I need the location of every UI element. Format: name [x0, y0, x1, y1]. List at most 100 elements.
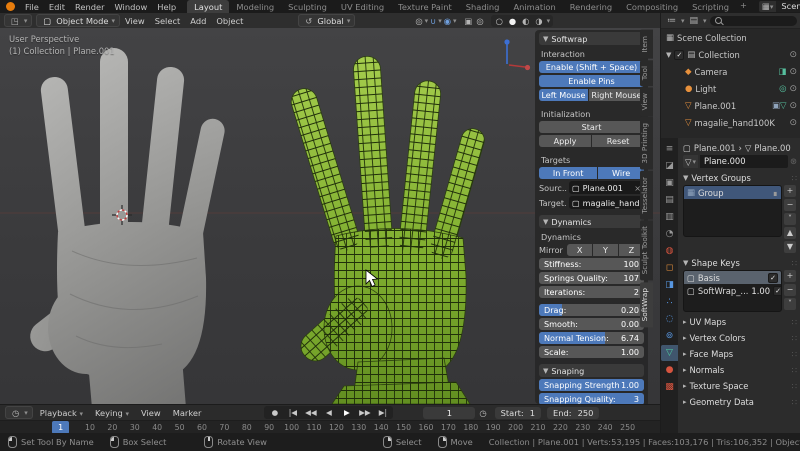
shape-key-value[interactable]: 1.00	[751, 286, 770, 296]
remove-shape-key-button[interactable]: −	[784, 284, 796, 296]
mini-axis-gizmo[interactable]	[504, 39, 531, 71]
jump-to-end-button[interactable]: ▶|	[374, 407, 391, 418]
play-reverse-button[interactable]: ◀	[320, 407, 337, 418]
output-properties-tab[interactable]: ▤	[661, 192, 678, 208]
apply-button[interactable]: Apply	[539, 135, 592, 147]
outliner-row-scene-collection[interactable]: ▦ Scene Collection	[661, 29, 800, 46]
target-hand-mesh[interactable]	[24, 48, 227, 404]
next-keyframe-button[interactable]: ▶▶	[356, 407, 373, 418]
outliner-row-camera[interactable]: ◆ Camera ◨ ⊙	[661, 63, 800, 80]
outliner-search-input[interactable]	[724, 16, 792, 25]
add-vertex-group-button[interactable]: +	[784, 185, 796, 197]
left-mouse-button[interactable]: Left Mouse	[539, 89, 588, 101]
vertex-group-specials-button[interactable]: ˅	[784, 213, 796, 225]
add-shape-key-button[interactable]: +	[784, 270, 796, 282]
world-properties-tab[interactable]: ◍	[661, 243, 678, 259]
shape-key-mute-checkbox[interactable]: ✓	[768, 272, 778, 283]
face-maps-panel-header[interactable]: ▸ Face Maps ∷	[683, 347, 797, 360]
move-group-down-button[interactable]: ▼	[784, 241, 796, 253]
dynamics-panel-header[interactable]: ▼ Dynamics	[539, 215, 644, 228]
timeline-ruler[interactable]: 1 10 20 30 40 50 60 70 80 90 100 110 120 130 140 150 16…	[0, 420, 660, 434]
enable-button[interactable]: Enable (Shift + Space)	[539, 61, 644, 73]
shape-key-row-softwrap[interactable]: ▢ SoftWrap_... 1.00 ✓	[684, 284, 781, 297]
tab-compositing[interactable]: Compositing	[619, 0, 685, 13]
mode-dropdown[interactable]: ▢ Object Mode ▾	[36, 14, 120, 27]
visibility-eye-icon[interactable]: ⊙	[789, 50, 797, 60]
sidebar-tab-tool[interactable]: Tool	[640, 59, 653, 86]
sidebar-tab-tesselator[interactable]: Tesselator	[640, 170, 653, 220]
texture-space-panel-header[interactable]: ▸ Texture Space ∷	[683, 379, 797, 392]
menu-view[interactable]: View	[136, 408, 166, 418]
shading-wireframe-icon[interactable]: ○	[494, 16, 505, 26]
use-preview-range-icon[interactable]: ◷	[477, 408, 488, 418]
outliner-row-collection[interactable]: ▼ ✓ ▤ Collection ⊙	[661, 46, 800, 63]
springs-quality-slider[interactable]: Springs Quality: 107	[539, 272, 644, 284]
fake-user-gear-icon[interactable]: ⊛	[790, 155, 797, 168]
view-layer-properties-tab[interactable]: ▥	[661, 209, 678, 225]
jump-to-start-button[interactable]: |◀	[284, 407, 301, 418]
outliner-filter-icon[interactable]: ≔	[665, 16, 678, 26]
menu-keying[interactable]: Keying ▾	[90, 408, 134, 418]
visibility-eye-icon[interactable]: ⊙	[789, 84, 797, 94]
object-properties-tab[interactable]: ◻	[661, 260, 678, 276]
tab-modeling[interactable]: Modeling	[229, 0, 281, 13]
expand-icon[interactable]: ▼	[666, 51, 671, 59]
previous-keyframe-button[interactable]: ◀◀	[302, 407, 319, 418]
menu-edit[interactable]: Edit	[44, 2, 70, 12]
right-mouse-button[interactable]: Right Mouse	[588, 89, 644, 101]
normals-panel-header[interactable]: ▸ Normals ∷	[683, 363, 797, 376]
timeline-editor-dropdown[interactable]: ◷ ▾	[5, 406, 33, 419]
shading-dropdown[interactable]: ▾	[547, 17, 551, 25]
collection-checkbox[interactable]: ✓	[674, 49, 685, 60]
shape-key-row-basis[interactable]: ▢ Basis ✓	[684, 271, 781, 284]
outliner-display-mode-icon[interactable]: ▤	[688, 16, 701, 26]
snapping-panel-header[interactable]: ▼ Snaping	[539, 364, 644, 377]
vertex-groups-listbox[interactable]: ▦ Group ∎	[683, 185, 782, 237]
mirror-y-button[interactable]: Y	[593, 244, 618, 256]
scale-slider[interactable]: Scale: 1.00	[539, 346, 644, 358]
gizmos-toggle-icon[interactable]: ▣	[462, 16, 474, 26]
tab-scripting[interactable]: Scripting	[685, 0, 736, 13]
snap-magnet-icon[interactable]: ∪	[428, 16, 438, 26]
menu-select[interactable]: Select	[150, 16, 186, 26]
menu-object[interactable]: Object	[211, 16, 248, 26]
normal-tension-slider[interactable]: Normal Tension: 6.74	[539, 332, 644, 344]
mesh-data-dropdown[interactable]: ▽ ▾	[683, 155, 698, 168]
physics-properties-tab[interactable]: ◌	[661, 311, 678, 327]
reset-button[interactable]: Reset	[592, 135, 644, 147]
outliner-row-light[interactable]: ● Light ◎ ⊙	[661, 80, 800, 97]
sidebar-tab-softwrap[interactable]: SoftWrap	[640, 281, 653, 328]
in-front-button[interactable]: In Front	[539, 167, 598, 179]
breadcrumb-object-name[interactable]: Plane.001	[694, 143, 736, 153]
shading-material-icon[interactable]: ◐	[520, 16, 531, 26]
proportional-dropdown[interactable]: ▾	[453, 17, 457, 25]
menu-file[interactable]: File	[20, 2, 44, 12]
sidebar-tab-sculpt-toolkit[interactable]: Sculpt Toolkit	[640, 220, 653, 281]
tab-rendering[interactable]: Rendering	[563, 0, 619, 13]
menu-help[interactable]: Help	[152, 2, 181, 12]
outliner-row-magalie-hand[interactable]: ▽ magalie_hand100K ⊙	[661, 114, 800, 131]
shading-rendered-icon[interactable]: ◑	[533, 16, 544, 26]
shape-key-specials-button[interactable]: ˅	[784, 298, 796, 310]
source-field[interactable]: ▢ Plane.001 ×	[569, 181, 644, 194]
menu-marker[interactable]: Marker	[168, 408, 207, 418]
proportional-edit-icon[interactable]: ◉	[442, 16, 453, 26]
scene-name[interactable]: Scene	[776, 1, 800, 12]
shape-keys-panel-header[interactable]: ▼ Shape Keys ∷	[683, 256, 797, 269]
shape-key-mute-checkbox[interactable]: ✓	[773, 285, 781, 296]
menu-window[interactable]: Window	[110, 2, 153, 12]
visibility-eye-icon[interactable]: ⊙	[789, 101, 797, 111]
tab-shading[interactable]: Shading	[459, 0, 507, 13]
tab-sculpting[interactable]: Sculpting	[281, 0, 334, 13]
vertex-group-row[interactable]: ▦ Group ∎	[684, 186, 781, 199]
menu-render[interactable]: Render	[70, 2, 110, 12]
outliner-row-plane001[interactable]: ▽ Plane.001 ▣▽ ⊙	[661, 97, 800, 114]
menu-playback[interactable]: Playback ▾	[35, 408, 88, 418]
blender-logo-icon[interactable]	[6, 2, 15, 11]
uv-maps-panel-header[interactable]: ▸ UV Maps ∷	[683, 315, 797, 328]
frame-end-field[interactable]: End: 250	[546, 406, 600, 419]
lock-icon[interactable]: ∎	[773, 188, 778, 198]
sidebar-tab-item[interactable]: Item	[640, 30, 653, 59]
stiffness-slider[interactable]: Stiffness: 100	[539, 258, 644, 270]
tab-uv-editing[interactable]: UV Editing	[334, 0, 391, 13]
